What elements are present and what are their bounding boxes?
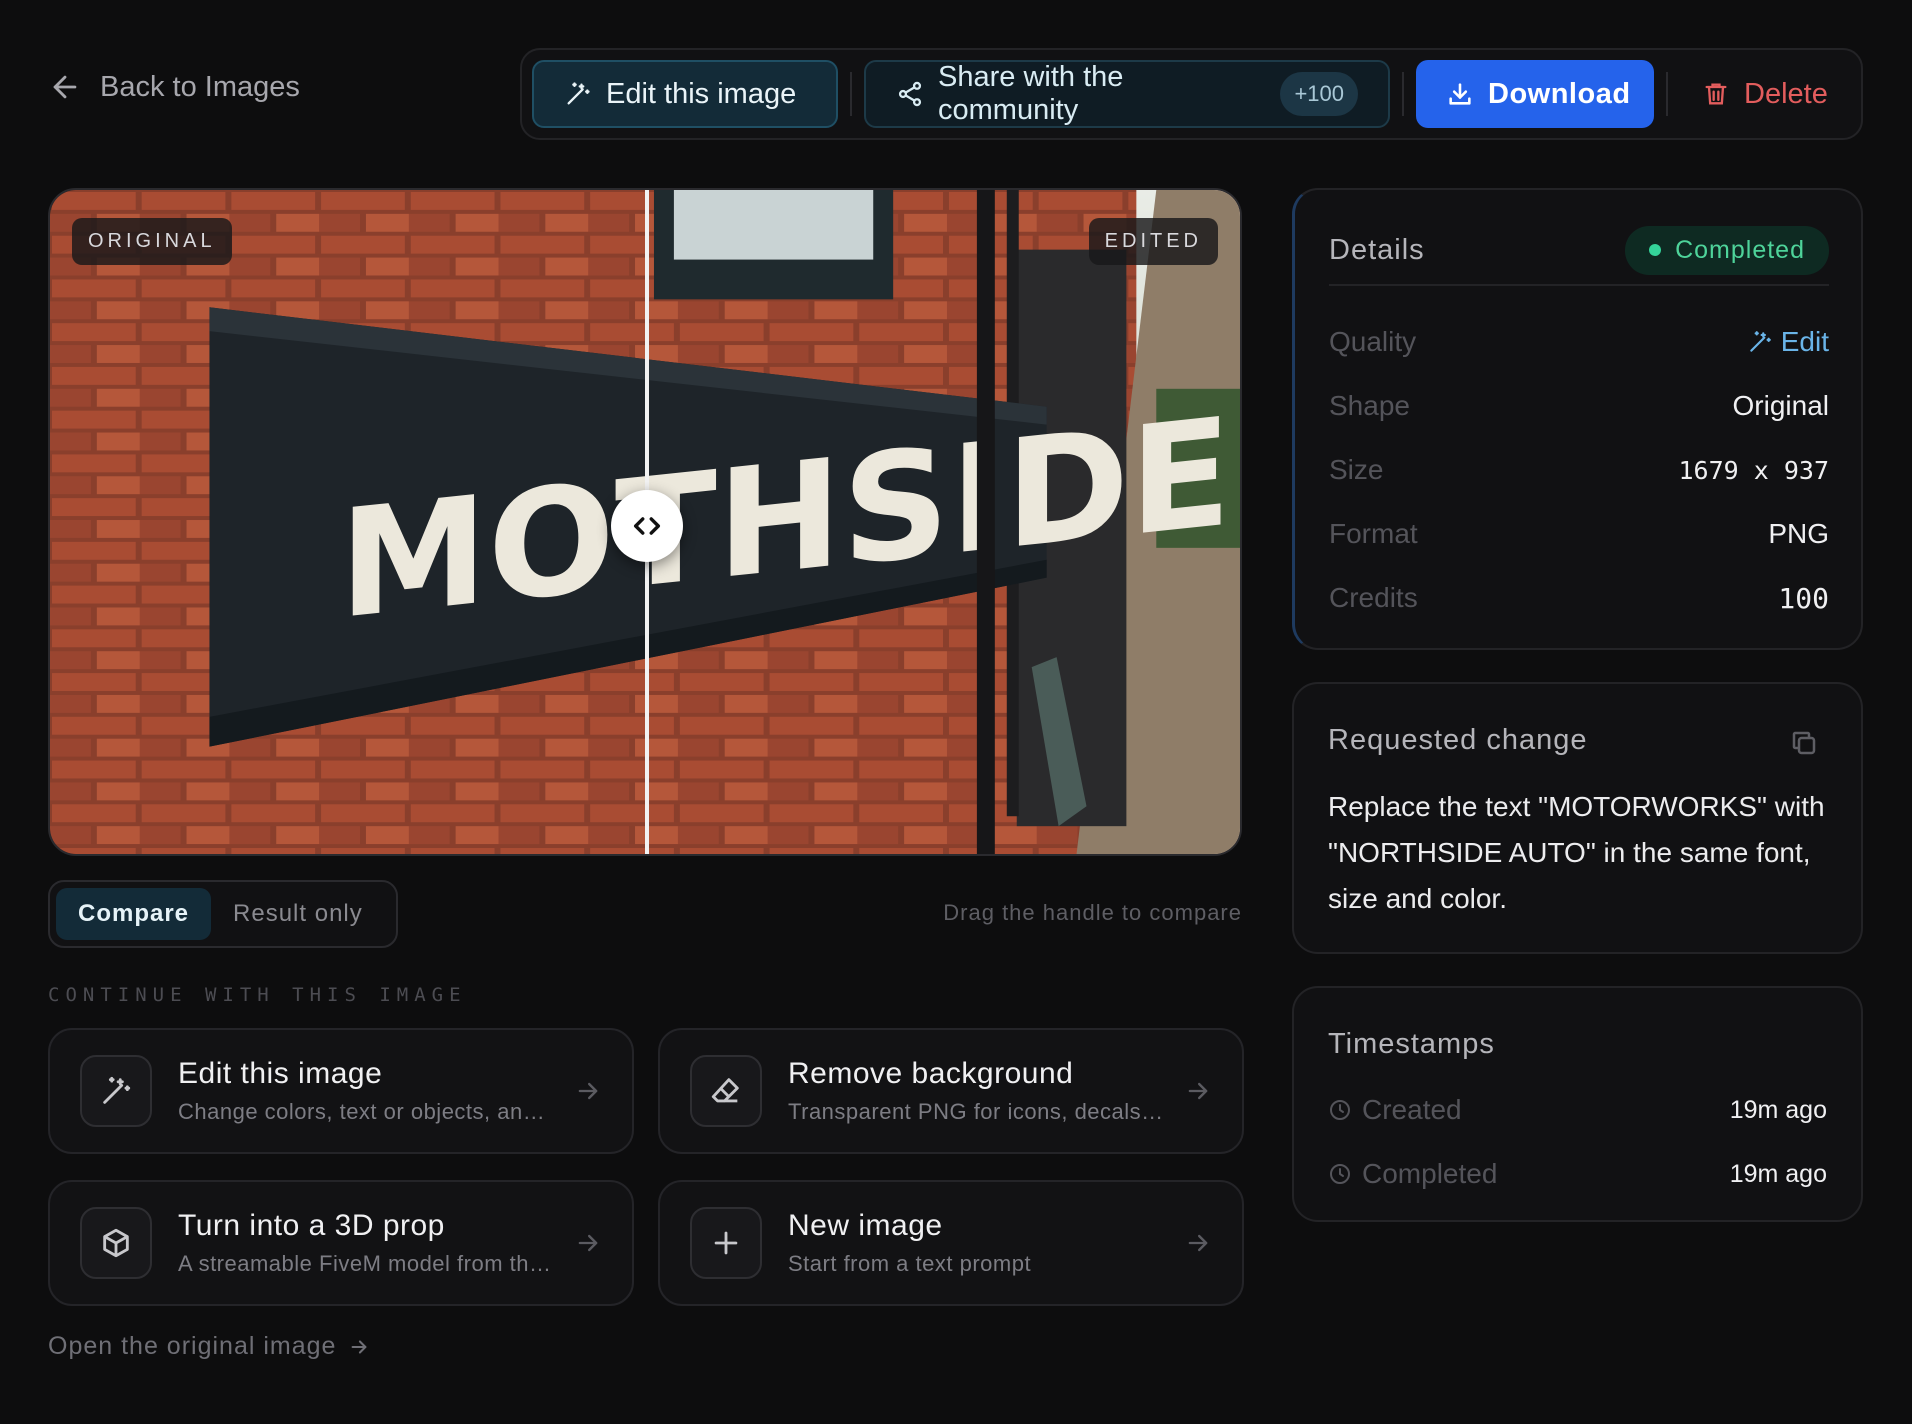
eraser-icon xyxy=(711,1078,739,1103)
edit-image-button[interactable]: Edit this image xyxy=(532,60,838,128)
detail-value: 1679 x 937 xyxy=(1678,455,1829,485)
plus-icon xyxy=(714,1231,738,1255)
timestamp-value: 19m ago xyxy=(1729,1159,1827,1188)
image-compare-viewer[interactable]: MOTHSIDE AUTO ORIGINAL EDITED xyxy=(48,188,1242,856)
card-subtitle: Change colors, text or objects, and more xyxy=(178,1099,556,1124)
open-original-link[interactable]: Open the original image xyxy=(48,1332,370,1361)
detail-label: Shape xyxy=(1329,390,1410,421)
cube-icon xyxy=(103,1228,129,1258)
card-icon-box xyxy=(80,1207,152,1279)
requested-change-text: Replace the text "MOTORWORKS" with "NORT… xyxy=(1328,791,1825,914)
mode-compare-button[interactable]: Compare xyxy=(56,888,212,940)
card-subtitle: A streamable FiveM model from this image xyxy=(178,1251,556,1276)
card-icon-box xyxy=(80,1055,152,1127)
compare-mode-toggle: Compare Result only xyxy=(48,880,398,948)
original-label: ORIGINAL xyxy=(72,218,232,265)
remove-background-card[interactable]: Remove background Transparent PNG for ic… xyxy=(658,1028,1244,1154)
download-label: Download xyxy=(1488,77,1631,110)
trash-icon xyxy=(1705,83,1727,105)
share-community-button[interactable]: Share with the community +100 xyxy=(864,60,1390,128)
detail-row-quality: Quality Edit xyxy=(1329,322,1829,362)
share-label: Share with the community xyxy=(938,61,1124,126)
arrow-left-icon xyxy=(53,75,77,99)
status-text: Completed xyxy=(1675,235,1805,264)
magic-wand-icon xyxy=(1750,331,1771,352)
toolbar-divider xyxy=(1402,72,1404,116)
mode-result-only-button[interactable]: Result only xyxy=(211,888,385,940)
timestamps-panel: Timestamps Created 19m ago Completed 19m… xyxy=(1292,986,1863,1222)
detail-row-credits: Credits 100 xyxy=(1329,578,1829,618)
requested-change-title: Requested change xyxy=(1328,724,1588,756)
edit-image-card[interactable]: Edit this image Change colors, text or o… xyxy=(48,1028,634,1154)
card-title: New image xyxy=(788,1209,943,1242)
detail-row-shape: Shape Original xyxy=(1329,386,1829,426)
timestamp-label: Completed xyxy=(1328,1158,1497,1190)
detail-value: Original xyxy=(1732,390,1829,421)
detail-label: Quality xyxy=(1329,326,1417,357)
arrow-right-icon xyxy=(578,1234,598,1252)
card-icon-box xyxy=(690,1055,762,1127)
detail-row-format: Format PNG xyxy=(1329,514,1829,554)
action-toolbar: Edit this image Share with the community… xyxy=(520,48,1863,140)
toolbar-divider xyxy=(1666,72,1668,116)
code-arrows-icon xyxy=(633,517,661,535)
timestamp-label-text: Created xyxy=(1362,1094,1462,1125)
timestamp-label-text: Completed xyxy=(1362,1158,1498,1189)
timestamps-title: Timestamps xyxy=(1328,1028,1495,1060)
requested-change-panel: Requested change Replace the text "MOTOR… xyxy=(1292,682,1863,954)
back-label: Back to Images xyxy=(100,70,300,103)
card-title: Edit this image xyxy=(178,1057,383,1090)
arrow-right-icon xyxy=(352,1339,367,1354)
compare-handle[interactable] xyxy=(611,490,683,562)
details-header: Details Completed xyxy=(1329,222,1829,286)
timestamp-label: Created xyxy=(1328,1094,1462,1126)
detail-label: Size xyxy=(1329,454,1384,485)
detail-value: PNG xyxy=(1768,518,1829,549)
card-title: Remove background xyxy=(788,1057,1074,1090)
copy-icon[interactable] xyxy=(1789,728,1819,758)
card-title: Turn into a 3D prop xyxy=(178,1209,445,1242)
delete-label: Delete xyxy=(1744,77,1828,110)
delete-button[interactable]: Delete xyxy=(1680,60,1850,128)
download-icon xyxy=(1449,83,1471,105)
card-subtitle: Start from a text prompt xyxy=(788,1251,1032,1276)
detail-label: Format xyxy=(1329,518,1418,549)
detail-value: 100 xyxy=(1778,581,1829,615)
credits-badge: +100 xyxy=(1280,72,1358,116)
arrow-right-icon xyxy=(578,1082,598,1100)
edited-label: EDITED xyxy=(1088,218,1218,265)
back-to-images-link[interactable]: Back to Images xyxy=(48,70,300,104)
status-dot-icon xyxy=(1649,244,1662,256)
clock-icon xyxy=(1330,1164,1350,1184)
card-subtitle: Transparent PNG for icons, decals and mo… xyxy=(788,1099,1166,1124)
status-badge: Completed xyxy=(1625,225,1829,275)
timestamp-value: 19m ago xyxy=(1729,1095,1827,1124)
arrow-right-icon xyxy=(1188,1082,1208,1100)
details-panel: Details Completed Quality Edit Shape Ori… xyxy=(1292,188,1863,650)
detail-row-size: Size 1679 x 937 xyxy=(1329,450,1829,490)
magic-wand-icon xyxy=(103,1076,131,1104)
new-image-card[interactable]: New image Start from a text prompt xyxy=(658,1180,1244,1306)
details-title: Details xyxy=(1329,233,1425,266)
arrow-right-icon xyxy=(1188,1234,1208,1252)
timestamp-row-created: Created 19m ago xyxy=(1328,1090,1827,1130)
quality-edit-link[interactable]: Edit xyxy=(1747,326,1829,358)
3d-prop-card[interactable]: Turn into a 3D prop A streamable FiveM m… xyxy=(48,1180,634,1306)
clock-icon xyxy=(1330,1100,1350,1120)
open-original-label: Open the original image xyxy=(48,1332,337,1360)
quality-value: Edit xyxy=(1780,326,1829,357)
timestamp-row-completed: Completed 19m ago xyxy=(1328,1154,1827,1194)
download-button[interactable]: Download xyxy=(1416,60,1654,128)
toolbar-divider xyxy=(850,72,852,116)
card-icon-box xyxy=(690,1207,762,1279)
detail-label: Credits xyxy=(1329,582,1418,613)
magic-wand-icon xyxy=(567,82,590,105)
compare-hint: Drag the handle to compare xyxy=(943,900,1242,925)
continue-section-label: CONTINUE WITH THIS IMAGE xyxy=(48,984,467,1006)
share-icon xyxy=(898,81,922,107)
edit-image-label: Edit this image xyxy=(606,77,797,110)
